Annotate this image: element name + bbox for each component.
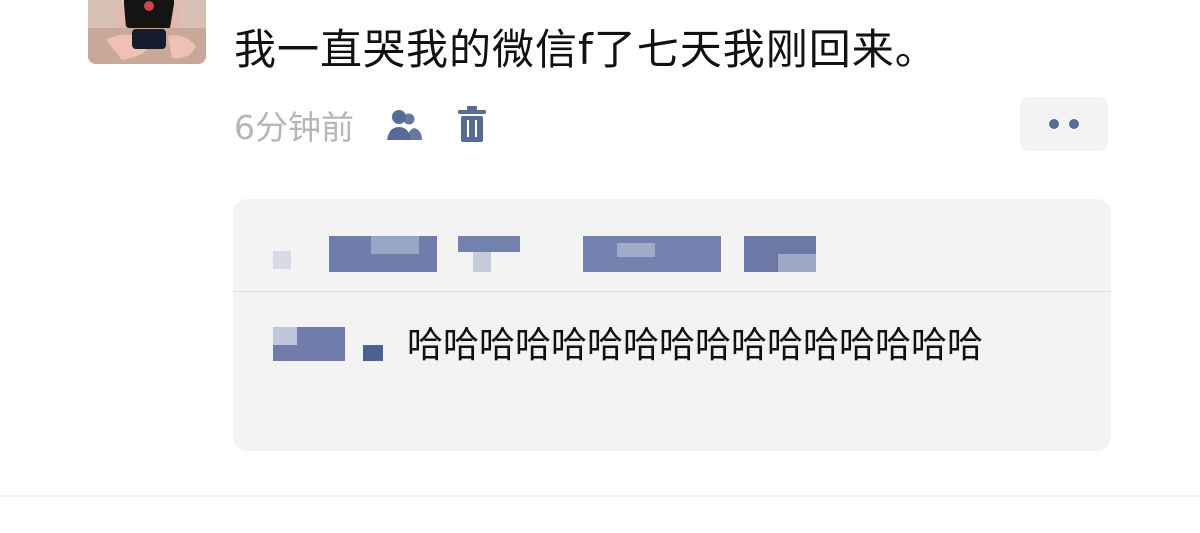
people-icon	[387, 110, 422, 140]
panel-divider	[233, 291, 1111, 292]
comment-text: 哈哈哈哈哈哈哈哈哈哈哈哈哈哈哈哈	[407, 325, 984, 366]
more-button[interactable]	[1020, 97, 1108, 151]
bottom-divider	[0, 495, 1200, 497]
delete-button[interactable]	[448, 101, 496, 149]
timestamp: 6分钟前	[234, 108, 354, 147]
avatar[interactable]	[88, 0, 206, 64]
trash-icon	[458, 106, 486, 142]
post-text: 我一直哭我的微信f了七天我刚回来。	[234, 25, 938, 74]
comment-text-wrap: 哈哈哈哈哈哈哈哈哈哈哈哈哈哈哈哈	[259, 321, 1069, 371]
blurred-likes-text	[273, 251, 291, 269]
more-icon	[1049, 119, 1079, 129]
comment-panel: 哈哈哈哈哈哈哈哈哈哈哈哈哈哈哈哈	[233, 199, 1111, 451]
visibility-button[interactable]	[380, 101, 428, 149]
post-meta: 6分钟前	[234, 100, 516, 150]
